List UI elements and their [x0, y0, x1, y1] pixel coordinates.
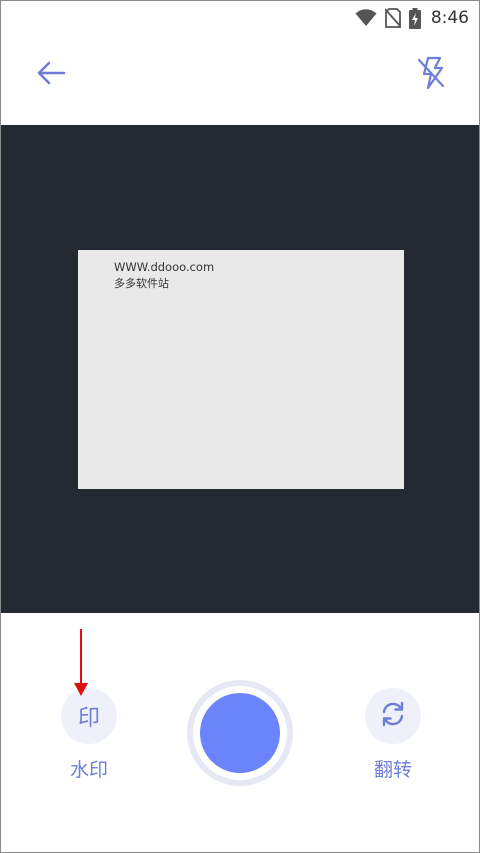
- back-button[interactable]: [31, 59, 71, 91]
- shutter-inner: [200, 693, 280, 773]
- watermark-icon: 印: [77, 706, 100, 731]
- rotate-icon: [379, 700, 407, 732]
- flip-label: 翻转: [373, 759, 412, 781]
- flash-toggle-button[interactable]: [411, 55, 451, 95]
- status-time: 8:46: [430, 8, 469, 28]
- watermark-label: 水印: [69, 759, 108, 781]
- scanned-document: WWW.ddooo.com 多多软件站: [78, 250, 404, 489]
- top-bar: [1, 35, 479, 125]
- no-sim-icon: [384, 8, 401, 28]
- shutter-button[interactable]: [187, 680, 293, 786]
- annotation-arrow-icon: [74, 629, 88, 696]
- arrow-left-icon: [36, 61, 66, 89]
- document-line: 多多软件站: [114, 277, 169, 290]
- status-bar: 8:46: [1, 1, 479, 35]
- document-line: WWW.ddooo.com: [114, 260, 215, 274]
- flash-off-icon: [416, 56, 446, 94]
- shutter-ring: [193, 686, 287, 780]
- battery-charging-icon: [408, 7, 421, 29]
- flip-button[interactable]: [365, 688, 421, 744]
- watermark-button[interactable]: 印: [61, 688, 117, 744]
- camera-preview[interactable]: WWW.ddooo.com 多多软件站: [1, 125, 479, 613]
- app-screen: 8:46 WWW.ddooo.com 多多软件站 印 水印 翻转: [0, 0, 480, 853]
- wifi-icon: [355, 9, 377, 27]
